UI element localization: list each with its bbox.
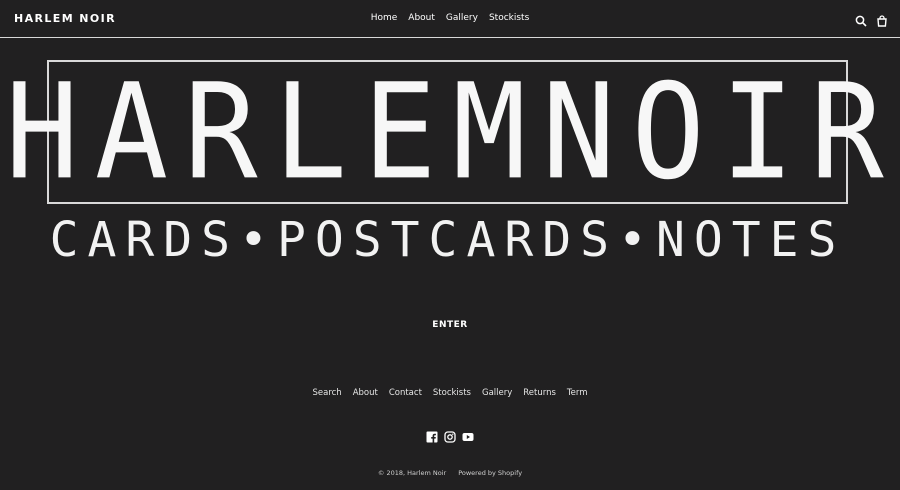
hero-logo-subtitle: CARDS•POSTCARDS•NOTES xyxy=(49,212,846,268)
hero-logo-title: HARLEMNOIR xyxy=(5,55,900,209)
footer-links: Search About Contact Stockists Gallery R… xyxy=(0,388,900,398)
site-header: HARLEM NOIR Home About Gallery Stockists xyxy=(0,0,900,38)
footer-link-search[interactable]: Search xyxy=(312,388,341,398)
enter-link[interactable]: ENTER xyxy=(432,320,467,330)
nav-stockists[interactable]: Stockists xyxy=(489,13,529,23)
instagram-icon[interactable] xyxy=(444,428,456,443)
social-icons xyxy=(0,428,900,443)
cart-icon[interactable] xyxy=(876,12,888,27)
nav-about[interactable]: About xyxy=(408,13,435,23)
enter-section: ENTER xyxy=(0,320,900,330)
youtube-icon[interactable] xyxy=(462,428,474,441)
copyright-text[interactable]: © 2018, Harlem Noir xyxy=(378,469,446,477)
footer-link-gallery[interactable]: Gallery xyxy=(482,388,512,398)
footer-link-about[interactable]: About xyxy=(353,388,378,398)
nav-home[interactable]: Home xyxy=(371,13,398,23)
footer-link-stockists[interactable]: Stockists xyxy=(433,388,471,398)
powered-by-link[interactable]: Powered by Shopify xyxy=(458,469,522,477)
copyright-bar: © 2018, Harlem Noir Powered by Shopify xyxy=(0,469,900,477)
hero-logo-frame: HARLEMNOIR xyxy=(5,60,884,204)
brand-logo-text[interactable]: HARLEM NOIR xyxy=(14,12,116,25)
facebook-icon[interactable] xyxy=(426,428,438,443)
search-icon[interactable] xyxy=(855,12,867,27)
footer-link-contact[interactable]: Contact xyxy=(389,388,422,398)
nav-gallery[interactable]: Gallery xyxy=(446,13,478,23)
header-icons xyxy=(855,12,888,27)
main-nav: Home About Gallery Stockists xyxy=(0,13,900,23)
footer-link-term[interactable]: Term xyxy=(567,388,588,398)
footer-link-returns[interactable]: Returns xyxy=(523,388,556,398)
